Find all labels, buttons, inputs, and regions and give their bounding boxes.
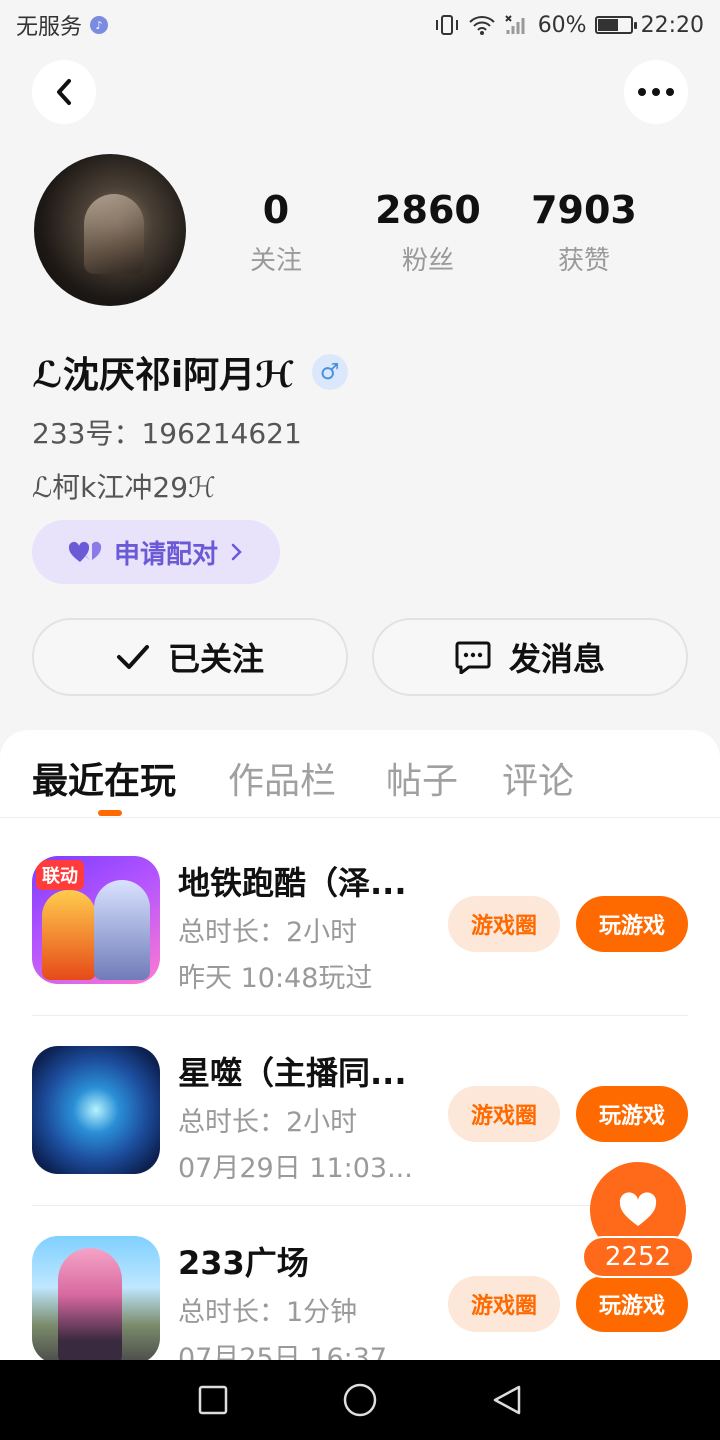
game-item[interactable]: 233广场 总时长：1分钟 07月25日 16:37... 游戏圈 玩游戏 — [32, 1200, 688, 1360]
more-dots-icon — [638, 88, 674, 96]
battery-percent: 60% — [537, 12, 587, 38]
back-button[interactable] — [32, 60, 96, 124]
system-nav-bar — [0, 1360, 720, 1440]
music-icon: ♪ — [90, 16, 109, 34]
stat-value: 2860 — [375, 188, 481, 232]
stat-likes[interactable]: 7903 获赞 — [514, 188, 654, 277]
check-icon — [116, 645, 149, 669]
message-button[interactable]: 发消息 — [372, 618, 688, 696]
game-duration: 总时长：2小时 — [178, 1107, 358, 1138]
stat-value: 0 — [262, 188, 290, 232]
carrier-text: 无服务 — [16, 15, 83, 40]
tab-comments[interactable]: 评论 — [502, 752, 574, 804]
followed-label: 已关注 — [167, 640, 264, 678]
recents-icon[interactable] — [198, 1385, 228, 1415]
clock: 22:20 — [640, 12, 704, 38]
user-id: 233号：196214621 — [32, 417, 302, 450]
game-duration: 总时长：2小时 — [178, 917, 358, 948]
tab-works[interactable]: 作品栏 — [228, 752, 336, 804]
game-title: 地铁跑酷（泽... — [178, 864, 407, 902]
tab-bar: 最近在玩 作品栏 帖子 评论 — [0, 730, 720, 818]
play-game-button[interactable]: 玩游戏 — [576, 1276, 688, 1332]
back-nav-icon[interactable] — [492, 1384, 522, 1416]
home-icon[interactable] — [343, 1383, 377, 1417]
stat-label: 获赞 — [557, 246, 610, 276]
like-count: 2252 — [582, 1236, 694, 1278]
battery-icon — [594, 16, 637, 34]
tab-recent-play[interactable]: 最近在玩 — [32, 752, 176, 804]
profile-stats: 0 关注 2860 粉丝 7903 获赞 — [200, 188, 680, 288]
game-icon-subway-surfers: 联动 — [32, 856, 160, 984]
game-item[interactable]: 联动 地铁跑酷（泽... 总时长：2小时 昨天 10:48玩过 游戏圈 玩游戏 — [32, 820, 688, 1010]
game-last-played: 昨天 10:48玩过 — [178, 963, 373, 994]
play-game-button[interactable]: 玩游戏 — [576, 1086, 688, 1142]
game-icon-xingshi — [32, 1046, 160, 1174]
game-circle-button[interactable]: 游戏圈 — [448, 1086, 560, 1142]
stat-value: 7903 — [531, 188, 637, 232]
wifi-icon — [468, 16, 495, 35]
followed-button[interactable]: 已关注 — [32, 618, 348, 696]
game-last-played: 07月29日 11:03... — [178, 1153, 413, 1184]
game-item[interactable]: 星噬（主播同... 总时长：2小时 07月29日 11:03... 游戏圈 玩游… — [32, 1010, 688, 1200]
signature: ℒ柯k江冲29ℋ — [32, 471, 216, 504]
nickname: ℒ沈厌祁i阿月ℋ — [32, 355, 294, 396]
game-circle-button[interactable]: 游戏圈 — [448, 896, 560, 952]
chat-bubble-icon — [455, 641, 491, 674]
male-icon: ♂ — [311, 354, 348, 390]
more-button[interactable] — [624, 60, 688, 124]
game-circle-button[interactable]: 游戏圈 — [448, 1276, 560, 1332]
nickname-row: ℒ沈厌祁i阿月ℋ ♂ — [32, 346, 348, 398]
game-title: 星噬（主播同... — [178, 1054, 407, 1092]
hearts-icon — [68, 541, 102, 562]
chevron-right-icon — [231, 543, 242, 561]
heart-icon — [619, 1192, 657, 1226]
game-last-played: 07月25日 16:37... — [178, 1343, 413, 1360]
game-icon-233-plaza — [32, 1236, 160, 1360]
tab-indicator — [98, 810, 122, 816]
signal-icon — [504, 15, 525, 34]
apply-pair-label: 申请配对 — [113, 539, 218, 570]
stat-label: 粉丝 — [401, 246, 454, 276]
collab-badge: 联动 — [36, 860, 84, 890]
chevron-left-icon — [57, 79, 71, 105]
game-title: 233广场 — [178, 1244, 309, 1282]
apply-pair-button[interactable]: 申请配对 — [32, 520, 280, 584]
vibrate-icon — [435, 15, 458, 35]
stat-followers[interactable]: 2860 粉丝 — [358, 188, 498, 277]
message-label: 发消息 — [508, 640, 605, 678]
status-bar: 无服务 ♪ 60% 22:20 — [0, 0, 720, 50]
play-game-button[interactable]: 玩游戏 — [576, 896, 688, 952]
game-duration: 总时长：1分钟 — [178, 1297, 358, 1328]
stat-label: 关注 — [249, 246, 302, 276]
stat-following[interactable]: 0 关注 — [206, 188, 346, 277]
avatar[interactable] — [34, 154, 186, 306]
tab-posts[interactable]: 帖子 — [386, 752, 458, 804]
